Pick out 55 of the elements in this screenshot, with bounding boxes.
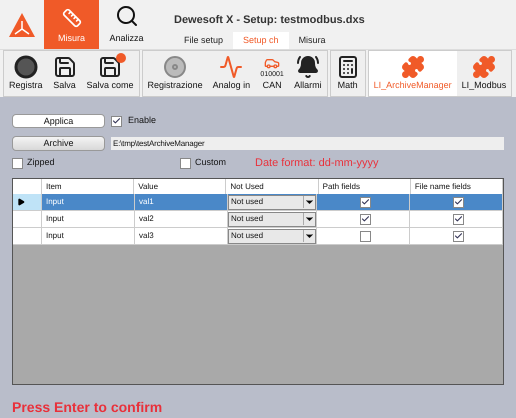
toolbar-button[interactable]: Salva come <box>82 51 139 96</box>
window-title: Dewesoft X - Setup: testmodbus.dxs <box>174 13 365 28</box>
toolbar-button[interactable]: Analog in <box>208 51 256 96</box>
row-header[interactable] <box>13 194 42 211</box>
date-format-text: Date format: dd-mm-yyyy <box>255 156 378 171</box>
puzzle-icon <box>472 55 496 79</box>
puzzle-icon <box>400 55 425 79</box>
table-cell: Input <box>42 228 135 245</box>
custom-label: Custom <box>195 156 228 170</box>
wave-icon <box>219 55 244 79</box>
path-checkbox[interactable] <box>360 196 370 208</box>
path-checkbox[interactable] <box>360 230 370 242</box>
file-name-checkbox[interactable] <box>452 196 464 208</box>
table-row[interactable]: Input val3 Not used <box>13 228 503 245</box>
file-name-checkbox[interactable] <box>452 230 464 242</box>
enable-label: Enable <box>128 114 156 128</box>
dropdown[interactable]: Not used <box>228 194 316 210</box>
custom-checkbox[interactable] <box>180 158 191 168</box>
file-name-checkbox[interactable] <box>452 214 464 224</box>
logo-icon <box>8 12 36 38</box>
zipped-label: Zipped <box>27 156 56 170</box>
status-message: Press Enter to confirm <box>12 398 164 417</box>
table-cell: val1 <box>135 194 228 211</box>
zipped-checkbox[interactable] <box>12 158 23 168</box>
archive-button[interactable]: Archive <box>12 136 105 151</box>
tab[interactable]: Misura <box>288 32 336 49</box>
path-field[interactable]: E:\tmp\testArchiveManager <box>111 137 504 150</box>
table-row[interactable]: Input val1 Not used <box>13 194 503 211</box>
table-cell: Input <box>42 211 135 228</box>
tab[interactable]: File setup <box>174 32 234 49</box>
table-cell: Input <box>42 194 135 211</box>
toolbar-button[interactable]: Registrazione <box>142 51 208 96</box>
caret-icon <box>303 213 315 225</box>
bell-icon <box>296 55 320 79</box>
caret-icon <box>303 230 315 242</box>
path-checkbox[interactable] <box>360 214 370 224</box>
toolbar-button[interactable]: Math <box>330 51 365 96</box>
mode-tab[interactable]: Analizza <box>99 0 154 49</box>
tab[interactable]: Setup ch <box>233 32 289 49</box>
enable-checkbox[interactable] <box>111 116 122 126</box>
dropdown[interactable]: Not used <box>228 212 316 226</box>
toolbar-button[interactable]: Registra <box>4 51 48 96</box>
toolbar-button[interactable]: Salva <box>48 51 82 96</box>
table-row[interactable]: Input val2 Not used <box>13 211 503 228</box>
caret-icon <box>303 196 315 208</box>
table-cell: val3 <box>135 228 228 245</box>
toolbar-button[interactable]: LI_Modbus <box>456 51 512 96</box>
dropdown[interactable]: Not used <box>228 228 316 244</box>
record-icon <box>14 55 38 79</box>
apply-button[interactable]: Applica <box>12 114 105 128</box>
current-row-icon <box>17 198 25 206</box>
disc-icon <box>163 55 188 79</box>
search-icon <box>114 4 138 28</box>
toolbar-button[interactable]: Allarmi <box>289 51 327 96</box>
table-cell: val2 <box>135 211 228 228</box>
